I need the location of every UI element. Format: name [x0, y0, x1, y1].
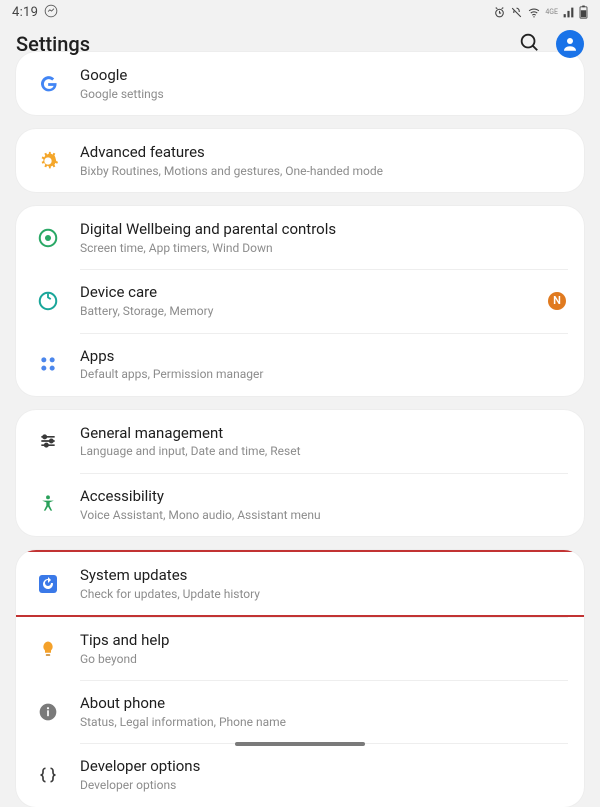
row-sub: Bixby Routines, Motions and gestures, On…	[80, 164, 566, 178]
row-sub: Language and input, Date and time, Reset	[80, 444, 566, 458]
card-system: System updates Check for updates, Update…	[16, 550, 584, 807]
row-about-phone[interactable]: About phone Status, Legal information, P…	[16, 680, 584, 743]
row-title: Developer options	[80, 757, 566, 776]
row-title: Digital Wellbeing and parental controls	[80, 220, 566, 239]
row-sub: Go beyond	[80, 652, 566, 666]
gesture-bar[interactable]	[235, 742, 365, 746]
tips-help-icon	[34, 635, 62, 663]
row-system-updates[interactable]: System updates Check for updates, Update…	[16, 550, 584, 617]
about-phone-icon	[34, 698, 62, 726]
card-advanced: Advanced features Bixby Routines, Motion…	[16, 129, 584, 192]
vibrate-icon	[510, 6, 523, 19]
row-sub: Status, Legal information, Phone name	[80, 715, 566, 729]
apps-icon	[34, 350, 62, 378]
system-updates-icon	[34, 570, 62, 598]
card-google: Google Google settings	[16, 52, 584, 115]
row-sub: Check for updates, Update history	[80, 587, 566, 601]
card-management: General management Language and input, D…	[16, 410, 584, 536]
developer-options-icon	[34, 761, 62, 789]
alarm-icon	[493, 6, 506, 19]
row-title: Advanced features	[80, 143, 566, 162]
row-title: General management	[80, 424, 566, 443]
row-title: Accessibility	[80, 487, 566, 506]
row-title: Tips and help	[80, 631, 566, 650]
accessibility-icon	[34, 490, 62, 518]
device-care-icon	[34, 287, 62, 315]
row-general-management[interactable]: General management Language and input, D…	[16, 410, 584, 473]
row-google[interactable]: Google Google settings	[16, 52, 584, 115]
notification-badge: N	[548, 292, 566, 310]
advanced-features-icon	[34, 147, 62, 175]
row-title: Google	[80, 66, 566, 85]
row-advanced-features[interactable]: Advanced features Bixby Routines, Motion…	[16, 129, 584, 192]
row-title: Apps	[80, 347, 566, 366]
row-sub: Screen time, App timers, Wind Down	[80, 241, 566, 255]
row-developer-options[interactable]: Developer options Developer options	[16, 743, 584, 806]
row-sub: Battery, Storage, Memory	[80, 304, 540, 318]
row-digital-wellbeing[interactable]: Digital Wellbeing and parental controls …	[16, 206, 584, 269]
row-title: About phone	[80, 694, 566, 713]
row-sub: Developer options	[80, 778, 566, 792]
status-time: 4:19	[12, 5, 38, 20]
wifi-icon	[527, 6, 541, 19]
digital-wellbeing-icon	[34, 224, 62, 252]
row-accessibility[interactable]: Accessibility Voice Assistant, Mono audi…	[16, 473, 584, 536]
signal-icon	[562, 6, 575, 19]
status-bar: 4:19 4GE	[0, 0, 600, 24]
row-sub: Voice Assistant, Mono audio, Assistant m…	[80, 508, 566, 522]
row-apps[interactable]: Apps Default apps, Permission manager	[16, 333, 584, 396]
battery-icon	[579, 5, 588, 19]
google-icon	[34, 70, 62, 98]
row-title: Device care	[80, 283, 540, 302]
settings-list: Google Google settings Advanced features…	[0, 52, 600, 807]
general-management-icon	[34, 427, 62, 455]
row-title: System updates	[80, 566, 566, 585]
row-sub: Google settings	[80, 87, 566, 101]
messenger-icon	[44, 4, 58, 21]
row-device-care[interactable]: Device care Battery, Storage, Memory N	[16, 269, 584, 332]
network-label: 4GE	[545, 9, 558, 16]
status-icons: 4GE	[493, 5, 588, 19]
row-sub: Default apps, Permission manager	[80, 367, 566, 381]
card-wellbeing: Digital Wellbeing and parental controls …	[16, 206, 584, 395]
row-tips-help[interactable]: Tips and help Go beyond	[16, 617, 584, 680]
